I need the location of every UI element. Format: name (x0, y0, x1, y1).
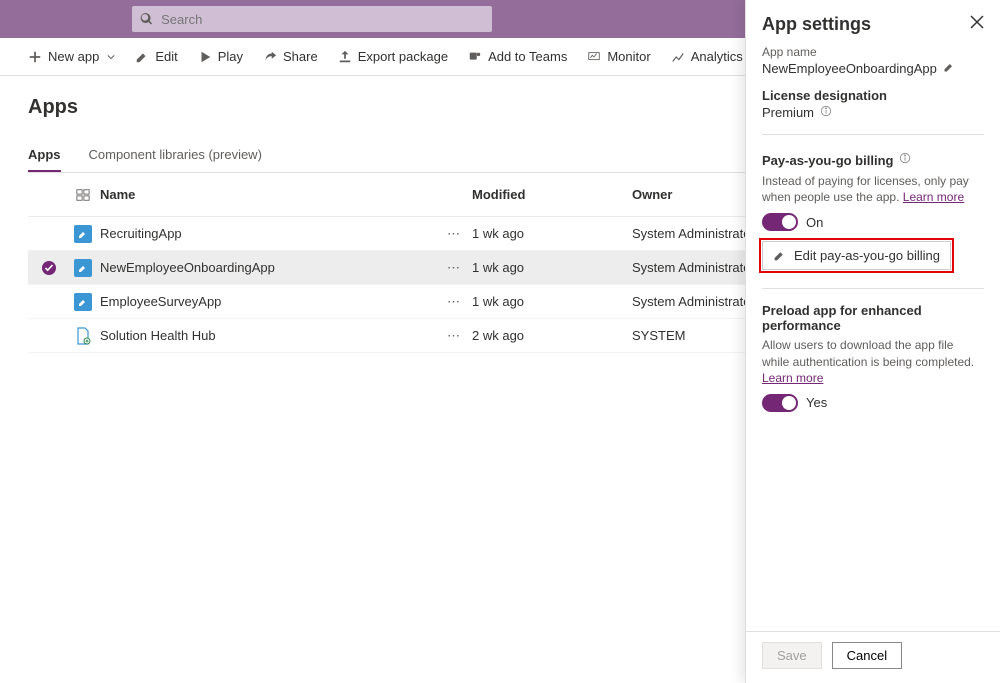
row-modified: 2 wk ago (472, 328, 632, 343)
save-button: Save (762, 642, 822, 669)
pencil-icon (943, 61, 955, 73)
row-modified: 1 wk ago (472, 226, 632, 241)
search-input[interactable] (161, 12, 484, 27)
preload-toggle-label: Yes (806, 395, 827, 410)
share-label: Share (283, 49, 318, 64)
panel-footer: Save Cancel (746, 631, 1000, 683)
row-more-button[interactable]: ⋯ (436, 226, 472, 242)
plus-icon (28, 50, 42, 64)
license-info-icon[interactable] (820, 105, 832, 120)
row-modified: 1 wk ago (472, 294, 632, 309)
payg-info-icon[interactable] (899, 151, 911, 169)
payg-description: Instead of paying for licenses, only pay… (762, 173, 984, 205)
row-name[interactable]: NewEmployeeOnboardingApp (96, 260, 436, 275)
play-label: Play (218, 49, 243, 64)
close-button[interactable] (970, 15, 984, 34)
license-label: License designation (762, 88, 984, 103)
edit-label: Edit (155, 49, 177, 64)
monitor-label: Monitor (607, 49, 650, 64)
play-button[interactable]: Play (190, 45, 251, 68)
license-value: Premium (762, 105, 814, 120)
new-app-button[interactable]: New app (20, 45, 123, 68)
tab-apps[interactable]: Apps (28, 139, 61, 172)
row-name[interactable]: Solution Health Hub (96, 328, 436, 343)
canvas-app-icon (74, 259, 92, 277)
teams-icon (468, 50, 482, 64)
share-button[interactable]: Share (255, 45, 326, 68)
preload-title: Preload app for enhanced performance (762, 303, 984, 333)
row-more-button[interactable]: ⋯ (436, 294, 472, 310)
analytics-icon (671, 50, 685, 64)
payg-toggle[interactable] (762, 213, 798, 231)
export-label: Export package (358, 49, 448, 64)
new-app-label: New app (48, 49, 99, 64)
row-name[interactable]: EmployeeSurveyApp (96, 294, 436, 309)
payg-toggle-label: On (806, 215, 823, 230)
teams-label: Add to Teams (488, 49, 567, 64)
pencil-icon (135, 50, 149, 64)
edit-payg-label: Edit pay-as-you-go billing (794, 248, 940, 263)
view-options-icon[interactable] (70, 188, 96, 202)
preload-toggle[interactable] (762, 394, 798, 412)
row-modified: 1 wk ago (472, 260, 632, 275)
play-icon (198, 50, 212, 64)
canvas-app-icon (74, 225, 92, 243)
search-box[interactable] (132, 6, 492, 32)
row-more-button[interactable]: ⋯ (436, 328, 472, 344)
app-settings-panel: App settings App name NewEmployeeOnboard… (745, 0, 1000, 683)
checkmark-icon (41, 260, 57, 276)
preload-learn-more-link[interactable]: Learn more (762, 371, 823, 385)
search-icon (140, 12, 153, 26)
column-name[interactable]: Name (96, 187, 436, 202)
export-icon (338, 50, 352, 64)
payg-title: Pay-as-you-go billing (762, 153, 893, 168)
pencil-icon (773, 249, 786, 262)
row-name[interactable]: RecruitingApp (96, 226, 436, 241)
canvas-app-icon (74, 293, 92, 311)
edit-payg-billing-button[interactable]: Edit pay-as-you-go billing (762, 241, 951, 270)
app-name-value: NewEmployeeOnboardingApp (762, 61, 937, 76)
row-more-button[interactable]: ⋯ (436, 260, 472, 276)
app-name-label: App name (762, 45, 984, 59)
monitor-button[interactable]: Monitor (579, 45, 658, 68)
chevron-down-icon (107, 53, 115, 61)
tab-component-libraries[interactable]: Component libraries (preview) (89, 139, 262, 172)
export-button[interactable]: Export package (330, 45, 456, 68)
column-modified[interactable]: Modified (472, 187, 632, 202)
share-icon (263, 50, 277, 64)
monitor-icon (587, 50, 601, 64)
document-icon (75, 327, 91, 345)
edit-app-name-button[interactable] (943, 61, 955, 76)
close-icon (970, 15, 984, 29)
add-to-teams-button[interactable]: Add to Teams (460, 45, 575, 68)
cancel-button[interactable]: Cancel (832, 642, 902, 669)
preload-description: Allow users to download the app file whi… (762, 337, 984, 386)
payg-learn-more-link[interactable]: Learn more (903, 190, 964, 204)
edit-button[interactable]: Edit (127, 45, 185, 68)
panel-title: App settings (762, 14, 871, 35)
